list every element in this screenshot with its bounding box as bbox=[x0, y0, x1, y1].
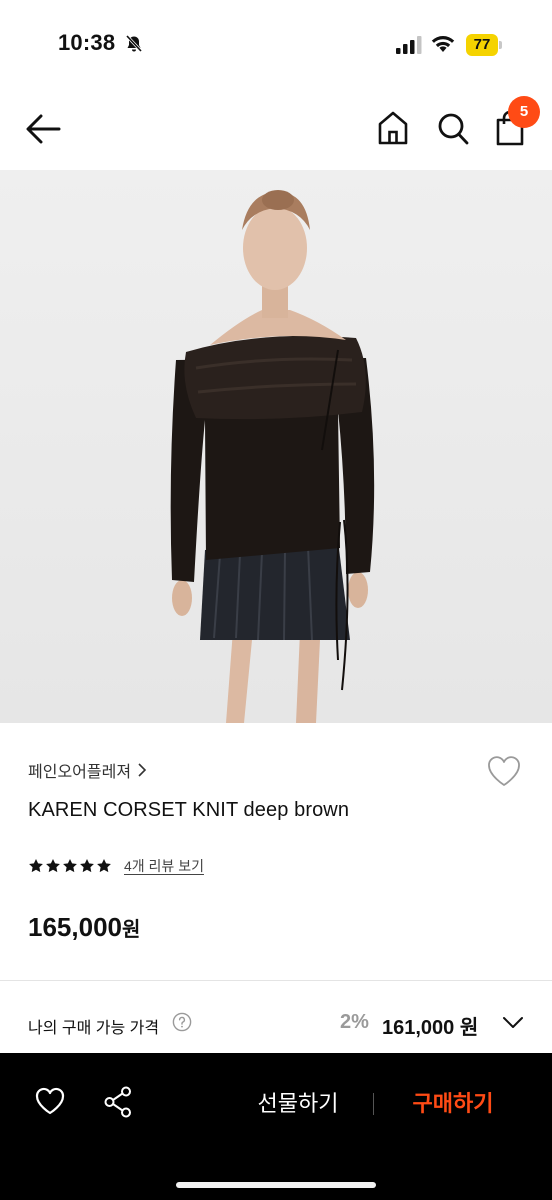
share-icon[interactable] bbox=[102, 1085, 134, 1119]
star-icon bbox=[97, 859, 111, 873]
home-icon[interactable] bbox=[376, 110, 410, 146]
rating-row: 4개 리뷰 보기 bbox=[28, 856, 204, 876]
discount-rate: 2% bbox=[340, 1011, 369, 1033]
battery-icon: 77 bbox=[466, 34, 502, 56]
heart-icon[interactable] bbox=[34, 1086, 66, 1116]
battery-level: 77 bbox=[473, 36, 491, 53]
review-link[interactable]: 4개 리뷰 보기 bbox=[124, 856, 204, 876]
chevron-right-icon bbox=[138, 763, 147, 777]
question-icon[interactable] bbox=[172, 1012, 192, 1032]
top-nav bbox=[0, 88, 552, 170]
star-icon bbox=[80, 859, 94, 873]
gift-button[interactable]: 선물하기 bbox=[228, 1087, 368, 1121]
chevron-down-icon[interactable] bbox=[502, 1016, 524, 1030]
status-time: 10:38 bbox=[58, 30, 116, 55]
star-icon bbox=[46, 859, 60, 873]
buy-button[interactable]: 구매하기 bbox=[388, 1087, 518, 1121]
star-icon bbox=[29, 859, 43, 873]
wifi-icon bbox=[431, 36, 455, 52]
status-bar: 10:38 77 bbox=[0, 0, 552, 88]
search-icon[interactable] bbox=[436, 110, 470, 146]
wishlist-heart-icon[interactable] bbox=[486, 754, 522, 788]
brand-name: 페인오어플레져 bbox=[28, 764, 132, 781]
brand-link[interactable]: 페인오어플레져 bbox=[28, 758, 147, 782]
divider bbox=[373, 1093, 374, 1115]
cart-count-badge: 5 bbox=[508, 96, 540, 128]
signal-icon bbox=[396, 36, 422, 54]
star-icon bbox=[63, 859, 77, 873]
my-price-row[interactable]: 나의 구매 가능 가격 2% 161,000 원 bbox=[28, 1010, 528, 1040]
back-arrow-icon[interactable] bbox=[24, 112, 62, 146]
product-image[interactable] bbox=[0, 170, 552, 723]
my-price-label: 나의 구매 가능 가격 bbox=[28, 1020, 160, 1037]
product-price: 165,000원 bbox=[28, 912, 140, 943]
divider bbox=[0, 980, 552, 981]
home-indicator bbox=[176, 1182, 376, 1188]
product-photo-illustration bbox=[0, 170, 552, 723]
price-unit: 원 bbox=[121, 919, 141, 941]
bottom-action-bar: 선물하기 구매하기 bbox=[0, 1053, 552, 1200]
product-title: KAREN CORSET KNIT deep brown bbox=[28, 799, 350, 821]
discount-price: 161,000 원 bbox=[382, 1017, 479, 1039]
bell-slash-icon bbox=[125, 34, 143, 53]
price-value: 165,000 bbox=[28, 912, 122, 942]
rating-stars bbox=[28, 858, 112, 874]
